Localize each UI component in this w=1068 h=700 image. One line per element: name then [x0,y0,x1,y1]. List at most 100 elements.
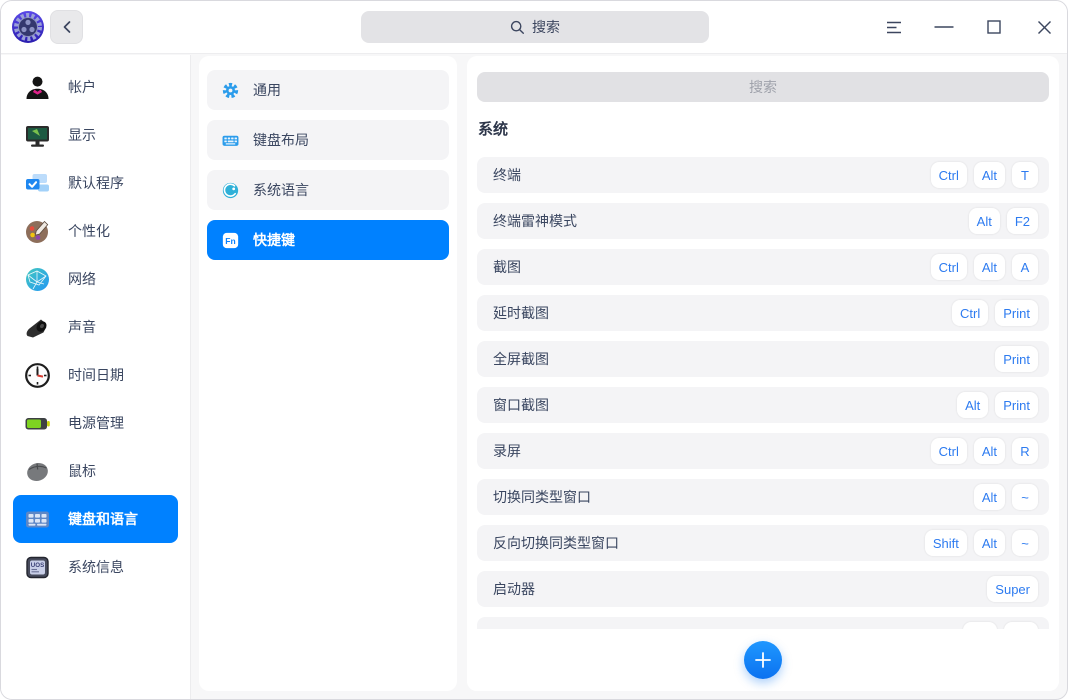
titlebar: 搜索 [1,1,1067,54]
shortcut-row[interactable]: 终端CtrlAltT [477,157,1049,193]
display-icon [24,122,51,149]
shortcut-label: 反向切换同类型窗口 [493,533,619,553]
category-item-0[interactable]: 通用 [207,70,449,110]
sidebar-item-7[interactable]: 电源管理 [13,399,178,447]
sidebar-item-9[interactable]: 键盘和语言 [13,495,178,543]
sidebar-item-label: 键盘和语言 [68,509,138,529]
default-apps-icon [24,170,51,197]
shortcut-label: 窗口截图 [493,395,549,415]
key-badge: Alt [974,484,1005,510]
back-button[interactable] [50,10,83,44]
key-badge: Ctrl [931,162,967,188]
general-icon [222,82,239,99]
key-combo: Print [995,346,1038,372]
close-icon [1037,20,1052,35]
category-item-label: 快捷键 [253,230,295,250]
sidebar-item-label: 时间日期 [68,365,124,385]
sidebar-item-8[interactable]: 鼠标 [13,447,178,495]
keyboard-language-icon [24,506,51,533]
control-center-window: 搜索 帐户显示默认程序个性化网络声音时间日期电源管理鼠标键盘和语言 UOS 系统信息… [0,0,1068,700]
shortcut-row[interactable]: 全屏截图Print [477,341,1049,377]
key-badge: Ctrl [931,438,967,464]
category-item-2[interactable]: 系统语言 [207,170,449,210]
network-icon [24,266,51,293]
sidebar-item-0[interactable]: 帐户 [13,63,178,111]
sidebar-item-1[interactable]: 显示 [13,111,178,159]
close-button[interactable] [1032,15,1056,39]
keyboard-layout-icon [222,132,239,149]
category-item-label: 键盘布局 [253,130,309,150]
key-combo: Ctrl Print [952,300,1038,326]
key-badge: Super [987,576,1038,602]
sidebar-item-label: 默认程序 [68,173,124,193]
menu-button[interactable] [882,15,906,39]
shortcut-row[interactable]: 录屏 Ctrl Alt R [477,433,1049,469]
shortcut-label: 截图 [493,257,521,277]
key-badge: Shift [925,530,967,556]
shortcut-row[interactable]: 反向切换同类型窗口ShiftAlt~ [477,525,1049,561]
sidebar-nav: 帐户显示默认程序个性化网络声音时间日期电源管理鼠标键盘和语言 UOS 系统信息 [1,55,191,699]
key-badge: Ctrl [931,254,967,280]
key-badge: ~ [1012,484,1038,510]
shortcut-label: 切换同类型窗口 [493,487,591,507]
key-badge: Ctrl [952,300,988,326]
titlebar-search-input[interactable]: 搜索 [361,11,709,43]
mouse-icon [24,458,51,485]
key-combo: AltF2 [969,208,1038,234]
key-combo: CtrlAltA [931,254,1038,280]
sidebar-item-3[interactable]: 个性化 [13,207,178,255]
key-combo: Alt ~ [974,484,1038,510]
sidebar-item-label: 系统信息 [68,557,124,577]
svg-text:UOS: UOS [31,562,44,569]
category-item-label: 通用 [253,80,281,100]
system-language-icon [222,182,239,199]
power-icon [24,410,51,437]
key-combo: AltPrint [957,392,1038,418]
sound-icon [24,314,51,341]
account-icon [24,74,51,101]
key-combo: ShiftAlt~ [925,530,1038,556]
shortcut-row[interactable]: 启动器 Super [477,571,1049,607]
maximize-button[interactable] [982,15,1006,39]
shortcut-row[interactable]: 切换同类型窗口 Alt ~ [477,479,1049,515]
key-badge: Alt [974,438,1005,464]
key-badge: F2 [1007,208,1038,234]
sidebar-item-label: 网络 [68,269,96,289]
key-badge: R [1012,438,1038,464]
sidebar-item-6[interactable]: 时间日期 [13,351,178,399]
shortcut-label: 录屏 [493,441,521,461]
shortcut-label: 终端 [493,165,521,185]
datetime-icon [24,362,51,389]
shortcut-row[interactable]: 窗口截图 AltPrint [477,387,1049,423]
search-icon [510,20,525,35]
sidebar-item-label: 声音 [68,317,96,337]
category-item-1[interactable]: 键盘布局 [207,120,449,160]
shortcut-row[interactable]: 终端雷神模式 AltF2 [477,203,1049,239]
titlebar-search-placeholder: 搜索 [532,17,560,37]
sidebar-item-label: 显示 [68,125,96,145]
key-badge: A [1012,254,1038,280]
sidebar-item-2[interactable]: 默认程序 [13,159,178,207]
shortcut-row[interactable]: 延时截图CtrlPrint [477,295,1049,331]
sidebar-item-label: 鼠标 [68,461,96,481]
minimize-icon [934,25,954,29]
shortcut-search-input[interactable]: 搜索 [477,72,1049,102]
plus-icon [754,651,772,669]
app-logo-icon [11,10,45,44]
key-badge: Alt [974,162,1005,188]
sidebar-item-10[interactable]: UOS 系统信息 [13,543,178,591]
category-item-3[interactable]: Fn快捷键 [207,220,449,260]
personalization-icon [24,218,51,245]
sidebar-item-5[interactable]: 声音 [13,303,178,351]
key-badge: Print [995,300,1038,326]
key-badge: Alt [974,530,1005,556]
sidebar-item-label: 帐户 [68,77,96,97]
shortcut-label: 启动器 [493,579,535,599]
sidebar-item-4[interactable]: 网络 [13,255,178,303]
minimize-button[interactable] [932,15,956,39]
shortcut-label: 终端雷神模式 [493,211,577,231]
add-shortcut-button[interactable] [744,641,782,679]
key-combo: Super [987,576,1038,602]
menu-icon [886,21,903,34]
shortcut-row[interactable]: 截图CtrlAltA [477,249,1049,285]
